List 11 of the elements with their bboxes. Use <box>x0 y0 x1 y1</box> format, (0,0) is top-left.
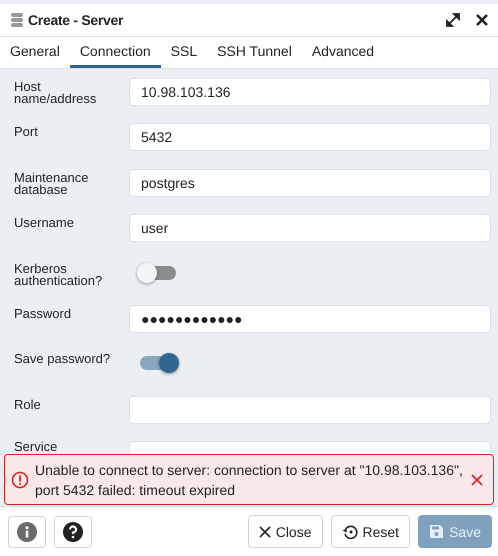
field-label: Username <box>14 214 75 230</box>
field-label: Password <box>14 304 72 320</box>
field-label: Host name/address <box>14 78 98 105</box>
error-message: Unable to connect to server: connection to server at "10.98.103.136", port 5432 failed: timeout expired <box>35 460 464 500</box>
window-title: Create - Server <box>28 12 124 28</box>
field-label: Maintenance database <box>14 168 90 196</box>
field-label: Role <box>14 396 42 411</box>
field-label: Service <box>14 441 58 454</box>
field-label: Port <box>14 123 39 138</box>
field-label: Kerberos authentication? <box>14 260 104 287</box>
field-label: Save password? <box>14 350 112 366</box>
